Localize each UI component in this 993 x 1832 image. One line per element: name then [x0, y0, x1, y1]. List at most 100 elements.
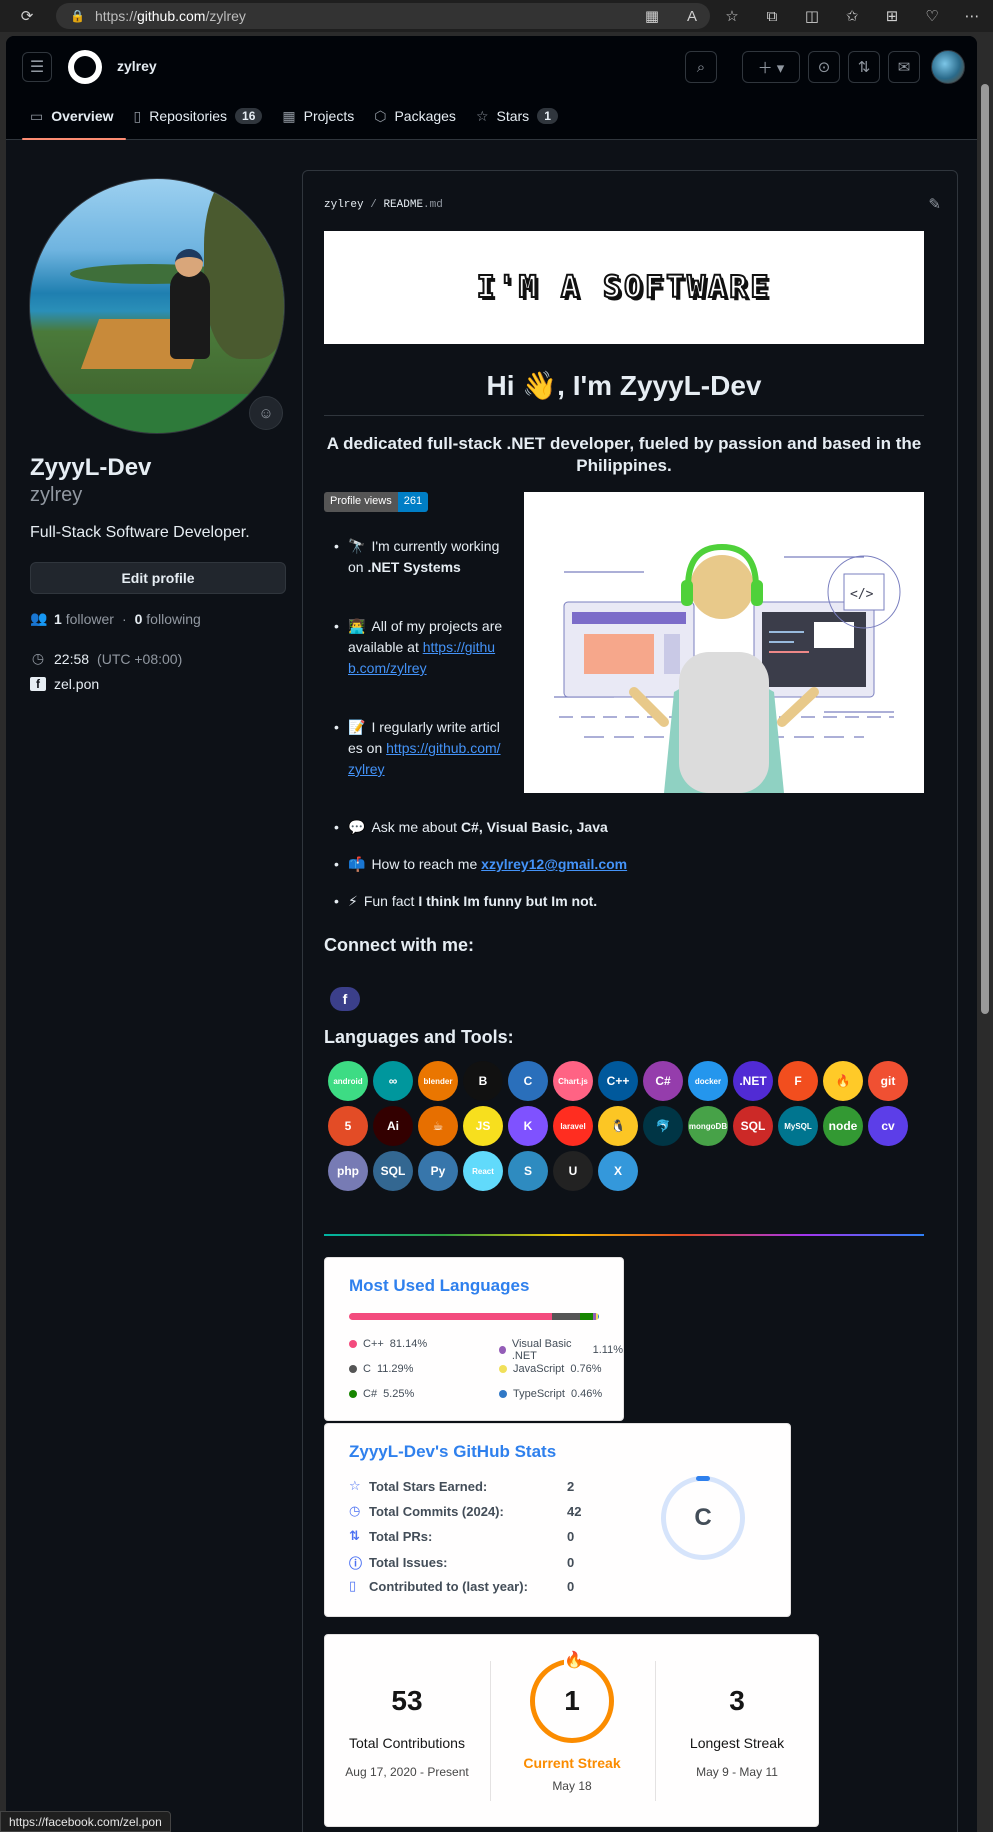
dotnet-icon[interactable]: .NET	[733, 1061, 773, 1101]
scroll-thumb[interactable]	[981, 84, 989, 1014]
profile-full-name: ZyyyL-Dev	[30, 454, 152, 481]
scrollbar[interactable]	[977, 32, 993, 1832]
social-line: f zel.pon	[30, 676, 99, 692]
mssql-icon[interactable]: SQL	[733, 1106, 773, 1146]
edit-profile-button[interactable]: Edit profile	[30, 562, 286, 594]
figma-icon[interactable]: F	[778, 1061, 818, 1101]
stat-value: 42	[567, 1503, 582, 1519]
blender-icon[interactable]: blender	[418, 1061, 458, 1101]
longest-number: 3	[729, 1685, 745, 1716]
bootstrap-icon[interactable]: B	[463, 1061, 503, 1101]
lock-icon: 🔒	[70, 9, 85, 23]
tab-projects[interactable]: ▦ Projects	[274, 102, 366, 140]
tab-repositories[interactable]: ▯ Repositories 16	[126, 102, 275, 140]
github-logo-icon[interactable]	[68, 50, 102, 84]
health-icon[interactable]: ♡	[917, 1, 947, 31]
search-icon[interactable]: ⌕	[685, 51, 717, 83]
nodejs-icon[interactable]: node	[823, 1106, 863, 1146]
current-number: 1	[564, 1685, 580, 1716]
language-pct: 0.76%	[570, 1363, 602, 1375]
inbox-icon[interactable]: ✉	[888, 51, 920, 83]
unity-icon[interactable]: U	[553, 1151, 593, 1191]
illustrator-icon[interactable]: Ai	[373, 1106, 413, 1146]
mysql-icon[interactable]: MySQL	[778, 1106, 818, 1146]
url-host: github.com	[136, 8, 206, 24]
java-icon[interactable]: ☕	[418, 1106, 458, 1146]
language-bar-segment	[349, 1313, 552, 1320]
react-icon[interactable]: React	[463, 1151, 503, 1191]
email-link[interactable]: xzylrey12@gmail.com	[481, 856, 627, 872]
kotlin-icon[interactable]: K	[508, 1106, 548, 1146]
rainbow-divider	[324, 1234, 924, 1236]
readme-owner[interactable]: zylrey	[324, 199, 364, 211]
android-icon[interactable]: android	[328, 1061, 368, 1101]
reload-icon[interactable]: ⟳	[12, 1, 42, 31]
telescope-icon: 🔭	[348, 538, 366, 554]
split-screen-icon[interactable]: ◫	[797, 1, 827, 31]
xamarin-icon[interactable]: X	[598, 1151, 638, 1191]
tab-packages[interactable]: ⬡ Packages	[366, 102, 468, 140]
stat-label: Total Commits (2024):	[369, 1503, 504, 1519]
separator-dot: ·	[121, 610, 127, 627]
create-new-button[interactable]: ＋ ▾	[742, 51, 800, 83]
language-name: JavaScript	[513, 1363, 565, 1375]
owner-name[interactable]: zylrey	[117, 58, 157, 74]
menu-icon[interactable]: ☰	[22, 52, 52, 82]
extensions-icon[interactable]: ⧉	[757, 1, 787, 31]
top-languages-card: Most Used Languages C++ 81.14% C 11.29% C# 5.…	[324, 1257, 624, 1421]
issues-icon[interactable]: ⊙	[808, 51, 840, 83]
grid-icon[interactable]: ▦	[637, 1, 667, 31]
collections-icon[interactable]: ⊞	[877, 1, 907, 31]
user-avatar[interactable]	[931, 50, 965, 84]
edit-pencil-icon[interactable]: ✎	[928, 195, 941, 213]
mongodb-icon[interactable]: mongoDB	[688, 1106, 728, 1146]
local-time: 22:58	[54, 650, 90, 667]
postgresql-icon[interactable]: SQL	[373, 1151, 413, 1191]
profile-views-badge: Profile views 261	[324, 492, 429, 512]
php-icon[interactable]: php	[328, 1151, 368, 1191]
mariadb-icon[interactable]: 🐬	[643, 1106, 683, 1146]
star-icon: ☆	[349, 1478, 361, 1493]
swift-icon[interactable]: S	[508, 1151, 548, 1191]
c-icon[interactable]: C	[508, 1061, 548, 1101]
tab-overview[interactable]: ▭ Overview	[22, 102, 126, 140]
bullet-fun-fact: ⚡ Fun fact I think Im funny but Im not.	[334, 891, 908, 912]
more-icon[interactable]: ⋯	[957, 1, 987, 31]
languages-bar	[349, 1313, 599, 1320]
bullet-articles: 📝I regularly write articles on https://g…	[334, 717, 503, 780]
stars-counter: 1	[537, 108, 558, 124]
csharp-icon[interactable]: C#	[643, 1061, 683, 1101]
bullet-bold: I think Im funny but Im not.	[418, 893, 598, 909]
tab-label: Stars	[496, 108, 530, 124]
firebase-icon[interactable]: 🔥	[823, 1061, 863, 1101]
python-icon[interactable]: Py	[418, 1151, 458, 1191]
linux-icon[interactable]: 🐧	[598, 1106, 638, 1146]
arduino-icon[interactable]: ∞	[373, 1061, 413, 1101]
followers-label: follower	[65, 610, 114, 627]
opencv-icon[interactable]: cv	[868, 1106, 908, 1146]
set-status-smiley-icon[interactable]: ☺	[249, 396, 283, 430]
facebook-link[interactable]: zel.pon	[54, 676, 99, 692]
favorite-icon[interactable]: ☆	[717, 1, 747, 31]
laravel-icon[interactable]: laravel	[553, 1106, 593, 1146]
git-icon[interactable]: git	[868, 1061, 908, 1101]
bullet-working-on: 🔭I'm currently working on .NET Systems	[334, 536, 503, 578]
html5-icon[interactable]: 5	[328, 1106, 368, 1146]
chartjs-icon[interactable]: Chart.js	[553, 1061, 593, 1101]
profile-avatar[interactable]	[29, 178, 285, 434]
tab-stars[interactable]: ☆ Stars 1	[468, 102, 570, 140]
tab-label: Repositories	[149, 108, 228, 124]
followers-link[interactable]: 1 follower	[54, 611, 114, 627]
langs-title: Most Used Languages	[349, 1276, 530, 1295]
pull-requests-icon[interactable]: ⇅	[848, 51, 880, 83]
docker-icon[interactable]: docker	[688, 1061, 728, 1101]
following-link[interactable]: 0 following	[135, 611, 201, 627]
facebook-social-icon[interactable]: f	[330, 987, 360, 1011]
address-bar[interactable]: 🔒 https://github.com/zylrey	[56, 3, 710, 29]
javascript-icon[interactable]: JS	[463, 1106, 503, 1146]
favorites-icon[interactable]: ✩	[837, 1, 867, 31]
cplusplus-icon[interactable]: C++	[598, 1061, 638, 1101]
read-aloud-icon[interactable]: A	[677, 1, 707, 31]
timezone: (UTC +08:00)	[97, 650, 183, 667]
language-pct: 0.46%	[570, 1388, 603, 1400]
